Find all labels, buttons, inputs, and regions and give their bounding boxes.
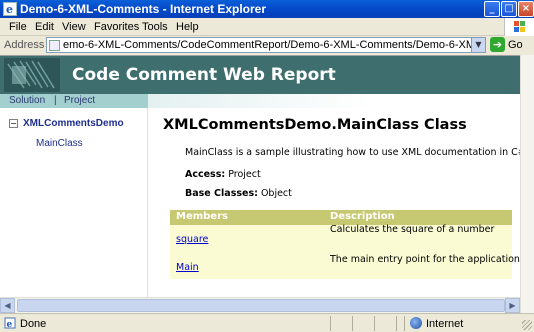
go-label: Go bbox=[508, 39, 523, 51]
nav-strip-fill bbox=[148, 94, 520, 108]
member-description: Calculates the square of a number bbox=[330, 224, 495, 235]
address-input[interactable]: emo-6-XML-Comments/CodeCommentReport/Dem… bbox=[61, 38, 471, 52]
menu-view[interactable]: View bbox=[62, 21, 86, 33]
horizontal-scrollbar[interactable]: ◀ ▶ bbox=[0, 297, 520, 313]
access-value: Project bbox=[228, 169, 261, 180]
maximize-button[interactable]: □ bbox=[501, 1, 517, 17]
security-zone: Internet bbox=[426, 318, 464, 330]
member-description: The main entry point for the application… bbox=[330, 254, 520, 265]
status-text: Done bbox=[20, 318, 47, 330]
menu-favorites[interactable]: Favorites bbox=[94, 21, 139, 33]
report-title: Code Comment Web Report bbox=[72, 65, 336, 85]
address-bar: Address emo-6-XML-Comments/CodeCommentRe… bbox=[0, 36, 534, 54]
svg-text:e: e bbox=[6, 3, 13, 16]
menu-bar: File Edit View Favorites Tools Help bbox=[0, 18, 534, 36]
base-classes-label: Base Classes: bbox=[185, 188, 258, 199]
internet-zone-icon bbox=[410, 317, 422, 329]
address-label: Address bbox=[4, 39, 45, 51]
status-divider bbox=[396, 316, 397, 331]
main-pane: XMLCommentsDemo.MainClass Class MainClas… bbox=[150, 108, 520, 313]
access-label: Access: bbox=[185, 169, 226, 180]
members-table: Members Description square Calculates th… bbox=[170, 210, 520, 279]
scroll-thumb[interactable] bbox=[17, 299, 505, 312]
table-row: square Calculates the square of a number bbox=[170, 224, 512, 248]
close-button[interactable]: × bbox=[518, 1, 534, 17]
browser-content: Code Comment Web Report Solution | Proje… bbox=[0, 55, 520, 313]
internet-explorer-icon: e bbox=[3, 2, 17, 16]
nav-project-link[interactable]: Project bbox=[64, 95, 95, 106]
page-done-icon: e bbox=[4, 317, 16, 329]
member-link-square[interactable]: square bbox=[176, 234, 208, 245]
menu-tools[interactable]: Tools bbox=[142, 21, 168, 33]
report-logo-icon bbox=[4, 58, 60, 92]
collapse-icon[interactable]: − bbox=[9, 119, 18, 128]
tree-root-link[interactable]: XMLCommentsDemo bbox=[23, 118, 124, 129]
column-header-description: Description bbox=[330, 211, 395, 222]
menu-help[interactable]: Help bbox=[176, 21, 199, 33]
menu-edit[interactable]: Edit bbox=[35, 21, 54, 33]
members-table-header: Members Description bbox=[170, 210, 512, 225]
windows-logo-icon bbox=[504, 18, 534, 36]
status-divider bbox=[404, 316, 405, 331]
address-box[interactable]: emo-6-XML-Comments/CodeCommentReport/Dem… bbox=[46, 37, 486, 53]
vertical-scrollbar[interactable] bbox=[520, 55, 534, 313]
go-arrow-icon: ➔ bbox=[490, 37, 505, 52]
column-header-members: Members bbox=[176, 211, 228, 222]
status-divider bbox=[330, 316, 331, 331]
minimize-button[interactable]: _ bbox=[484, 1, 500, 17]
base-classes-value: Object bbox=[260, 188, 292, 199]
report-banner: Code Comment Web Report bbox=[0, 56, 520, 94]
page-title: XMLCommentsDemo.MainClass Class bbox=[163, 117, 467, 133]
class-description: MainClass is a sample illustrating how t… bbox=[185, 147, 520, 158]
svg-text:e: e bbox=[7, 320, 13, 329]
nav-separator: | bbox=[54, 95, 57, 106]
menu-file[interactable]: File bbox=[9, 21, 27, 33]
member-link-main[interactable]: Main bbox=[176, 262, 199, 273]
table-row: Main The main entry point for the applic… bbox=[170, 248, 520, 279]
nav-solution-link[interactable]: Solution bbox=[9, 95, 45, 106]
resize-grip-icon[interactable] bbox=[522, 320, 532, 330]
window-title: Demo-6-XML-Comments - Internet Explorer bbox=[20, 2, 267, 16]
scroll-left-icon[interactable]: ◀ bbox=[0, 298, 15, 313]
access-line: Access: Project bbox=[185, 169, 261, 180]
go-button[interactable]: ➔ Go bbox=[490, 37, 530, 53]
page-icon bbox=[49, 40, 60, 51]
tree-item-mainclass[interactable]: MainClass bbox=[36, 138, 83, 149]
title-bar: e Demo-6-XML-Comments - Internet Explore… bbox=[0, 0, 534, 18]
scroll-right-icon[interactable]: ▶ bbox=[505, 298, 520, 313]
status-divider bbox=[374, 316, 375, 331]
nav-strip: Solution | Project bbox=[0, 94, 148, 108]
base-classes-line: Base Classes: Object bbox=[185, 188, 292, 199]
chevron-down-icon[interactable]: ▼ bbox=[471, 38, 485, 52]
status-divider bbox=[352, 316, 353, 331]
tree-pane: − XMLCommentsDemo MainClass bbox=[0, 108, 148, 313]
status-bar: e Done Internet bbox=[0, 313, 534, 332]
